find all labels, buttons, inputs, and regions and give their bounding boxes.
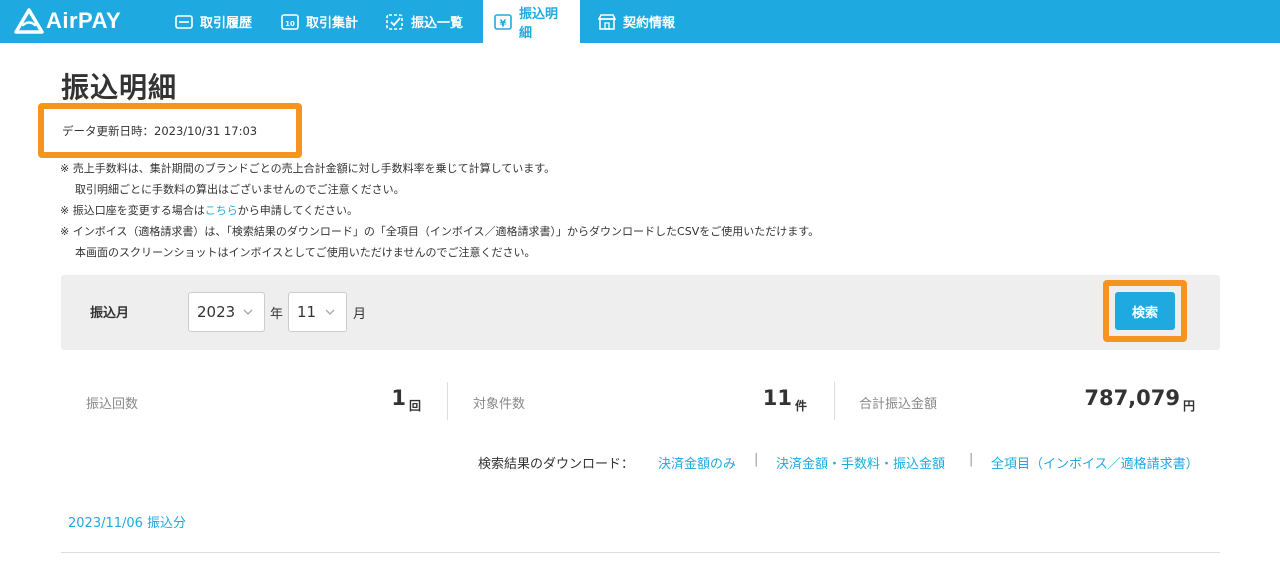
item-count-label: 対象件数	[473, 397, 526, 412]
change-account-link[interactable]: こちら	[205, 204, 238, 217]
data-updated-at: データ更新日時：2023/10/31 17:03	[62, 124, 258, 138]
item-count-value: 11	[762, 386, 792, 410]
section-divider	[61, 552, 1220, 553]
transfer-count-label: 振込回数	[86, 397, 139, 412]
month-select[interactable]: 11	[288, 292, 347, 332]
item-count-unit: 件	[795, 399, 808, 413]
nav-item-label: 取引履歴	[200, 16, 253, 31]
download-separator: |	[969, 452, 974, 467]
month-value: 11	[297, 303, 317, 321]
download-amount-fee-link[interactable]: 決済金額・手数料・振込金額	[776, 453, 945, 472]
nav-item-label: 振込明細	[519, 6, 559, 41]
total-amount-label: 合計振込金額	[859, 397, 938, 412]
summary-divider	[834, 382, 835, 420]
yen-doc-icon: ¥	[493, 13, 513, 31]
svg-text:¥: ¥	[500, 18, 507, 29]
total-amount-value: 787,079	[1084, 386, 1180, 410]
download-all-items-link[interactable]: 全項目（インボイス／適格請求書）	[991, 453, 1199, 472]
nav-item-transfer-details[interactable]: ¥ 振込明細	[483, 0, 580, 43]
note-line: 本画面のスクリーンショットはインボイスとしてご使用いただけませんのでご注意くださ…	[75, 246, 536, 259]
nav-item-label: 取引集計	[306, 16, 359, 31]
card-icon	[174, 13, 194, 31]
shop-icon	[597, 13, 617, 31]
nav-item-label: 振込一覧	[411, 16, 464, 31]
checklist-icon	[385, 13, 405, 31]
airpay-logo-icon	[14, 8, 44, 34]
month-unit: 月	[353, 307, 367, 322]
chevron-down-icon	[325, 309, 335, 315]
brand-name: AirPAY	[46, 8, 122, 33]
nav-item-transfer-list[interactable]: 振込一覧	[375, 0, 473, 43]
note-line: ※ 振込口座を変更する場合はこちらから申請してください。	[60, 204, 359, 217]
nav-item-label: 契約情報	[623, 16, 676, 31]
note-line: ※ インボイス（適格請求書）は、「検索結果のダウンロード」の「全項目（インボイス…	[60, 225, 820, 238]
note-line: ※ 売上手数料は、集計期間のブランドごとの売上合計金額に対し手数料率を乗じて計算…	[60, 162, 556, 175]
summary-divider	[447, 382, 448, 420]
transfer-date-link[interactable]: 2023/11/06 振込分	[68, 512, 186, 531]
page-title: 振込明細	[61, 71, 178, 104]
nav-item-transaction-summary[interactable]: 10 取引集計	[270, 0, 368, 43]
year-unit: 年	[270, 307, 284, 322]
transfer-count-unit: 回	[409, 399, 422, 413]
nav-item-transaction-history[interactable]: 取引履歴	[164, 0, 262, 43]
chevron-down-icon	[243, 309, 253, 315]
calendar-icon: 10	[280, 13, 300, 31]
transfer-count-value: 1	[391, 386, 406, 410]
download-label: 検索結果のダウンロード：	[478, 457, 635, 472]
download-separator: |	[754, 452, 759, 467]
nav-item-contract-info[interactable]: 契約情報	[587, 0, 685, 43]
total-amount-unit: 円	[1183, 399, 1196, 413]
note-line: 取引明細ごとに手数料の算出はございませんのでご注意ください。	[75, 183, 405, 196]
svg-text:10: 10	[285, 20, 295, 28]
search-button[interactable]: 検索	[1115, 292, 1175, 330]
transfer-month-label: 振込月	[90, 306, 130, 321]
year-value: 2023	[197, 303, 236, 321]
download-amount-only-link[interactable]: 決済金額のみ	[658, 453, 736, 472]
airpay-logo[interactable]: AirPAY	[14, 5, 121, 37]
notes: ※ 売上手数料は、集計期間のブランドごとの売上合計金額に対し手数料率を乗じて計算…	[60, 158, 819, 263]
top-nav: AirPAY 取引履歴 10 取引集計 振込一覧 ¥ 振込明細 契約情報	[0, 0, 1280, 43]
year-select[interactable]: 2023	[188, 292, 265, 332]
